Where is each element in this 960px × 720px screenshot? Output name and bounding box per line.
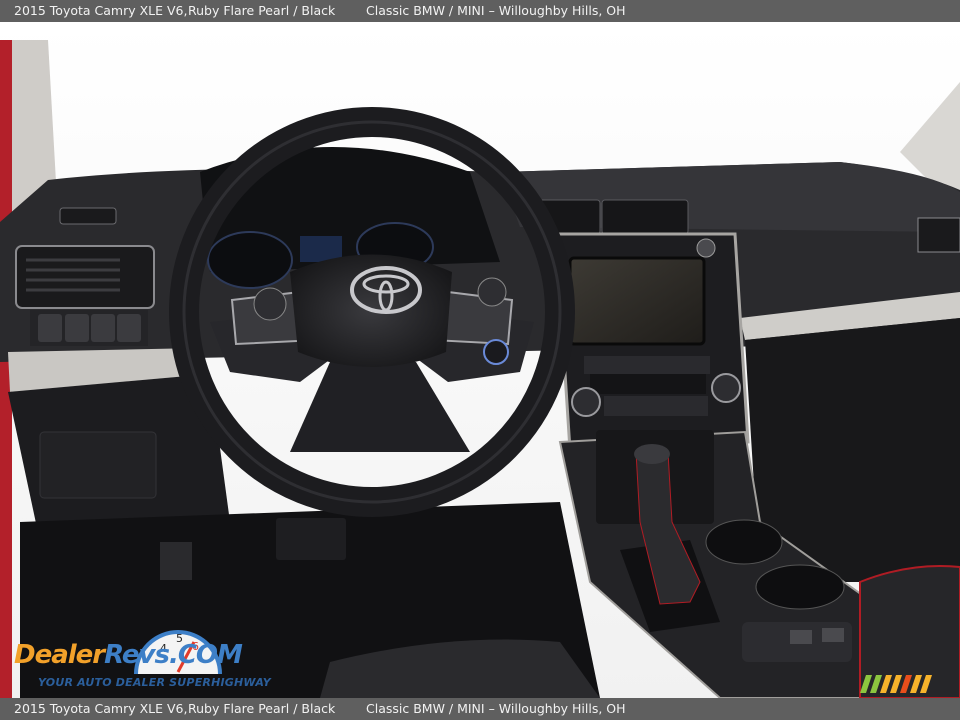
stripe-logo-icon — [860, 675, 932, 693]
caption-bar-bottom: 2015 Toyota Camry XLE V6, Ruby Flare Pea… — [0, 698, 960, 720]
dealerrevs-watermark: 4 5 6 DealerRevs.COM YOUR AUTO DEALER SU… — [12, 622, 272, 694]
caption-colors: Ruby Flare Pearl / Black — [188, 3, 336, 18]
caption-dealer-bottom: Classic BMW / MINI – Willoughby Hills, O… — [366, 701, 626, 716]
dealerrevs-tagline: YOUR AUTO DEALER SUPERHIGHWAY — [38, 676, 271, 689]
caption-vehicle: 2015 Toyota Camry XLE V6, — [14, 3, 188, 18]
caption-bar-top: 2015 Toyota Camry XLE V6, Ruby Flare Pea… — [0, 0, 960, 22]
caption-colors-bottom: Ruby Flare Pearl / Black — [188, 701, 336, 716]
caption-dealer: Classic BMW / MINI – Willoughby Hills, O… — [366, 3, 626, 18]
dashboard-illustration — [0, 22, 960, 698]
caption-vehicle-bottom: 2015 Toyota Camry XLE V6, — [14, 701, 188, 716]
dealerrevs-logo-text: DealerRevs.COM — [14, 640, 243, 670]
interior-photo: 4 5 6 DealerRevs.COM YOUR AUTO DEALER SU… — [0, 22, 960, 698]
